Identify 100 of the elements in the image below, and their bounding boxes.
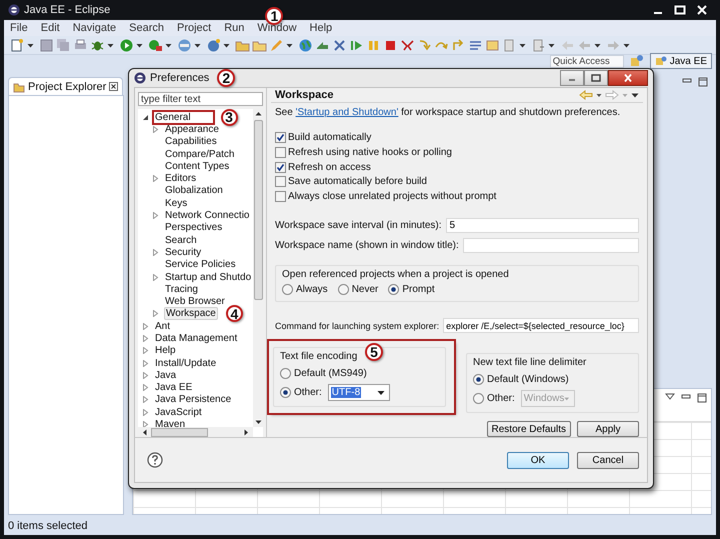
close-button[interactable] (608, 70, 648, 86)
text-field[interactable]: explorer /E,/select=${selected_resource_loc} (443, 318, 639, 333)
tree-item[interactable]: Install/Update (154, 358, 218, 369)
menu-item[interactable]: Search (129, 22, 164, 34)
button[interactable]: Apply (577, 421, 639, 437)
tree-item[interactable]: Java EE (154, 382, 194, 394)
tree-item[interactable]: Service Policies (164, 259, 237, 270)
cancel-button[interactable]: Cancel (577, 452, 639, 468)
checkbox-icon[interactable] (275, 147, 286, 158)
tree-item[interactable]: Data Management (154, 332, 238, 344)
save-all-icon[interactable] (56, 38, 71, 52)
collapsed-arrow-icon[interactable] (142, 360, 149, 367)
scroll-thumb[interactable] (151, 428, 208, 436)
tree-item[interactable]: Java Persistence (154, 394, 232, 406)
tree-item[interactable]: Java (154, 370, 178, 381)
maximize-icon[interactable] (672, 4, 688, 16)
collapsed-arrow-icon[interactable] (142, 334, 149, 342)
text-field[interactable] (462, 238, 639, 253)
minimize-button[interactable] (560, 70, 584, 86)
ok-button[interactable]: OK (507, 452, 569, 468)
checkbox[interactable]: Refresh using native hooks or polling (275, 146, 639, 159)
text-field[interactable]: 5 (446, 218, 639, 233)
checked-box-icon[interactable] (275, 132, 286, 144)
radio-button[interactable] (282, 284, 293, 295)
menu-item[interactable]: Window (257, 22, 297, 34)
scroll-right-icon[interactable] (244, 428, 249, 436)
tree-item[interactable]: Perspectives (164, 222, 224, 234)
collapsed-arrow-icon[interactable] (152, 212, 159, 220)
menu-item[interactable]: Navigate (72, 22, 116, 34)
filter-field[interactable]: type filter text (138, 92, 263, 106)
collapsed-arrow-icon[interactable] (152, 248, 159, 256)
collapsed-arrow-icon[interactable] (142, 322, 149, 330)
button[interactable]: Restore Defaults (486, 421, 571, 437)
dropdown[interactable]: UTF-8 (328, 384, 390, 401)
menu-item[interactable]: File (10, 22, 28, 34)
menu-item[interactable]: Run (224, 22, 244, 34)
checkbox[interactable]: Save automatically before build (275, 176, 639, 188)
run-icon[interactable] (119, 38, 134, 52)
checked-box-icon[interactable] (275, 162, 286, 173)
tree-item[interactable]: Search (164, 234, 198, 246)
tree-item[interactable]: Editors (164, 173, 198, 184)
tree-item[interactable]: JavaScript (154, 406, 203, 418)
globe-icon[interactable] (298, 38, 313, 52)
help-icon[interactable] (147, 452, 163, 468)
radio-button[interactable] (473, 374, 484, 385)
startup-link[interactable]: 'Startup and Shutdown' (296, 106, 398, 118)
scroll-left-icon[interactable] (142, 428, 147, 436)
tree-item[interactable]: Compare/Patch (164, 148, 236, 160)
new-file-icon[interactable] (10, 38, 25, 52)
menu-item[interactable]: Project (176, 22, 212, 34)
tree-item[interactable]: Tracing (164, 284, 199, 295)
close-icon[interactable] (109, 82, 118, 91)
save-icon[interactable] (39, 38, 54, 52)
tree-item[interactable]: Content Types (164, 160, 230, 172)
tree-item[interactable]: Web Browser (164, 296, 226, 308)
checkbox[interactable]: Build automatically (275, 132, 639, 144)
collapsed-arrow-icon[interactable] (142, 384, 149, 392)
view-menu-icon[interactable] (665, 393, 675, 401)
scroll-down-icon[interactable] (254, 420, 262, 425)
collapsed-arrow-icon[interactable] (142, 347, 149, 354)
minimize-icon[interactable] (681, 393, 691, 401)
tree-item[interactable]: Workspace (164, 307, 218, 320)
view-tab[interactable]: Project Explorer (8, 77, 124, 95)
tree-item[interactable]: General (154, 112, 213, 123)
collapsed-arrow-icon[interactable] (142, 408, 149, 416)
collapsed-arrow-icon[interactable] (152, 126, 159, 133)
radio-button[interactable] (388, 284, 400, 295)
tree-item[interactable]: Capabilities (164, 136, 218, 148)
tree-item[interactable]: Help (154, 345, 177, 356)
collapsed-arrow-icon[interactable] (152, 310, 159, 318)
radio-button[interactable] (338, 284, 349, 295)
menu-item[interactable]: Help (310, 22, 332, 34)
radio-button[interactable] (280, 368, 291, 379)
tree-item[interactable]: Globalization (164, 185, 224, 196)
tree-item[interactable]: Startup and Shutdo (164, 272, 252, 282)
maximize-button[interactable] (584, 70, 608, 86)
maximize-icon[interactable] (697, 393, 707, 403)
horizontal-scrollbar[interactable] (138, 427, 253, 437)
collapsed-arrow-icon[interactable] (142, 396, 149, 404)
radio-button[interactable] (280, 387, 291, 398)
tree-item[interactable]: Maven (154, 419, 186, 427)
tree-item[interactable]: Keys (164, 198, 188, 209)
checkbox-icon[interactable] (275, 176, 286, 188)
perspective-button[interactable]: Java EE (650, 53, 712, 69)
scroll-thumb[interactable] (254, 120, 262, 300)
collapsed-arrow-icon[interactable] (142, 372, 149, 379)
tree-item[interactable]: Security (164, 246, 202, 258)
expanded-arrow-icon[interactable] (142, 114, 149, 121)
collapsed-arrow-icon[interactable] (152, 175, 159, 182)
scroll-up-icon[interactable] (254, 111, 262, 116)
checkbox[interactable]: Always close unrelated projects without prompt (275, 190, 639, 203)
menu-item[interactable]: Edit (40, 22, 60, 34)
tree-item[interactable]: Ant (154, 320, 172, 332)
collapsed-arrow-icon[interactable] (152, 274, 159, 280)
quick-access-field[interactable]: Quick Access (550, 54, 624, 68)
vertical-scrollbar[interactable] (253, 109, 263, 427)
tree-item[interactable]: Appearance (164, 124, 220, 135)
checkbox[interactable]: Refresh on access (275, 160, 639, 174)
tree-item[interactable]: Network Connectio (164, 210, 250, 222)
checkbox-icon[interactable] (275, 191, 286, 202)
